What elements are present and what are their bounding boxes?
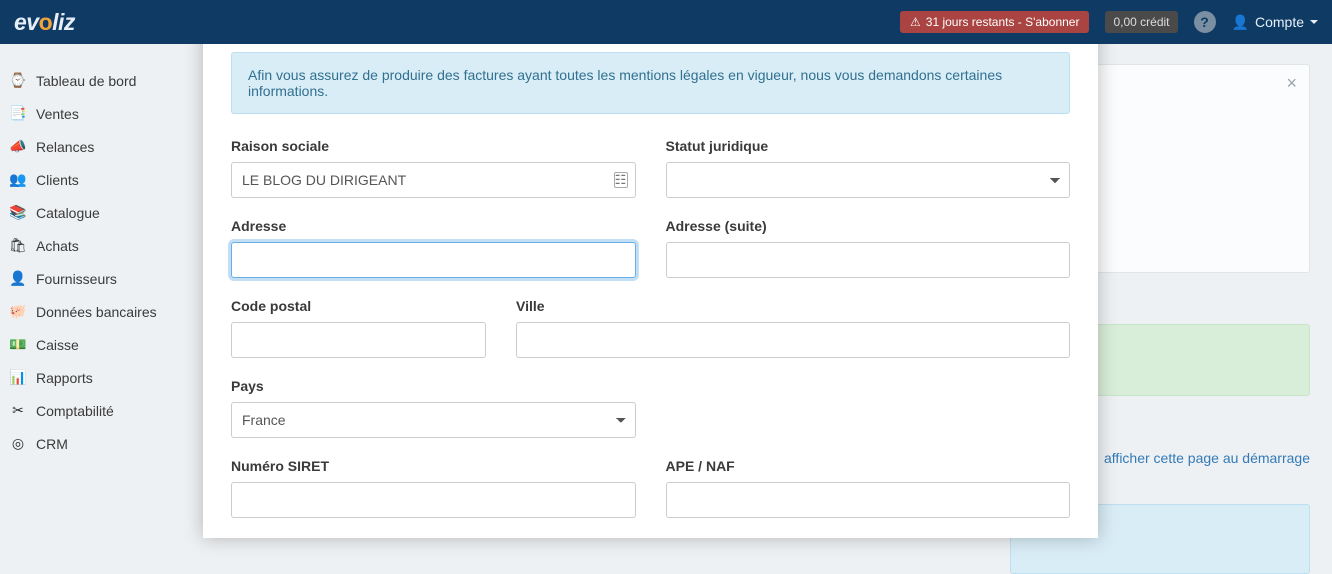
sidebar-item-label: Rapports <box>36 370 93 386</box>
sidebar-item-1[interactable]: 📑 Ventes <box>0 97 200 130</box>
sidebar-item-label: Relances <box>36 139 94 155</box>
account-menu[interactable]: 👤 Compte <box>1232 14 1318 31</box>
pays-label: Pays <box>231 378 636 394</box>
sidebar-item-label: Ventes <box>36 106 79 122</box>
logo-text-accent: o <box>39 9 53 35</box>
sidebar-item-label: Caisse <box>36 337 79 353</box>
sidebar-icon: 📊 <box>10 369 26 386</box>
siret-label: Numéro SIRET <box>231 458 636 474</box>
sidebar-item-label: Catalogue <box>36 205 100 221</box>
adresse-suite-input[interactable] <box>666 242 1071 278</box>
sidebar-icon: ⌚ <box>10 72 26 89</box>
pays-select[interactable]: France <box>231 402 636 438</box>
sidebar-item-8[interactable]: 💵 Caisse <box>0 328 200 361</box>
sidebar-item-5[interactable]: 🛍 Achats <box>0 229 200 262</box>
sidebar-item-label: CRM <box>36 436 68 452</box>
chevron-down-icon <box>1310 20 1318 24</box>
ape-naf-input[interactable] <box>666 482 1071 518</box>
sidebar-item-10[interactable]: ✂ Comptabilité <box>0 394 200 427</box>
sidebar-item-7[interactable]: 🐖 Données bancaires <box>0 295 200 328</box>
siret-input[interactable] <box>231 482 636 518</box>
sidebar-icon: 📣 <box>10 138 26 155</box>
adresse-suite-label: Adresse (suite) <box>666 218 1071 234</box>
help-icon[interactable]: ? <box>1194 11 1216 33</box>
raison-sociale-input[interactable] <box>231 162 636 198</box>
ville-label: Ville <box>516 298 1070 314</box>
code-postal-input[interactable] <box>231 322 486 358</box>
account-label: Compte <box>1255 14 1304 30</box>
ville-input[interactable] <box>516 322 1070 358</box>
raison-sociale-label: Raison sociale <box>231 138 636 154</box>
code-postal-label: Code postal <box>231 298 486 314</box>
subscribe-badge[interactable]: ⚠ 31 jours restants - S'abonner <box>900 11 1089 33</box>
sidebar-item-label: Clients <box>36 172 79 188</box>
sidebar-icon: 👥 <box>10 171 26 188</box>
statut-juridique-label: Statut juridique <box>666 138 1071 154</box>
app-logo[interactable]: evoliz <box>14 9 75 36</box>
sidebar: ⌚ Tableau de bord 📑 Ventes 📣 Relances 👥 Clients… <box>0 44 200 538</box>
sidebar-item-label: Données bancaires <box>36 304 157 320</box>
sidebar-item-11[interactable]: ◎ CRM <box>0 427 200 460</box>
statut-juridique-select[interactable] <box>666 162 1071 198</box>
sidebar-item-label: Fournisseurs <box>36 271 117 287</box>
sidebar-icon: 💵 <box>10 336 26 353</box>
sidebar-item-label: Achats <box>36 238 79 254</box>
sidebar-item-3[interactable]: 👥 Clients <box>0 163 200 196</box>
sidebar-item-label: Tableau de bord <box>36 73 136 89</box>
logo-text-pre: ev <box>14 9 39 35</box>
info-banner: Afin vous assurez de produire des factur… <box>231 52 1070 114</box>
sidebar-item-2[interactable]: 📣 Relances <box>0 130 200 163</box>
ape-naf-label: APE / NAF <box>666 458 1071 474</box>
sidebar-item-label: Comptabilité <box>36 403 114 419</box>
no-show-startup-link[interactable]: afficher cette page au démarrage <box>1104 450 1310 466</box>
sidebar-item-0[interactable]: ⌚ Tableau de bord <box>0 64 200 97</box>
logo-text-post: liz <box>52 9 75 35</box>
sidebar-icon: 📚 <box>10 204 26 221</box>
header-right: ⚠ 31 jours restants - S'abonner 0,00 cré… <box>900 11 1318 33</box>
adresse-input[interactable] <box>231 242 636 278</box>
sidebar-icon: 🐖 <box>10 303 26 320</box>
sidebar-icon: 👤 <box>10 270 26 287</box>
sidebar-icon: ✂ <box>10 402 26 419</box>
warning-icon: ⚠ <box>910 15 921 29</box>
app-header: evoliz ⚠ 31 jours restants - S'abonner 0… <box>0 0 1332 44</box>
sidebar-item-9[interactable]: 📊 Rapports <box>0 361 200 394</box>
sidebar-item-4[interactable]: 📚 Catalogue <box>0 196 200 229</box>
credit-badge[interactable]: 0,00 crédit <box>1105 11 1177 33</box>
company-setup-modal: Afin vous assurez de produire des factur… <box>203 0 1098 538</box>
adresse-label: Adresse <box>231 218 636 234</box>
sidebar-icon: ◎ <box>10 435 26 452</box>
sidebar-item-6[interactable]: 👤 Fournisseurs <box>0 262 200 295</box>
sidebar-icon: 🛍 <box>10 237 26 254</box>
user-icon: 👤 <box>1232 14 1249 31</box>
close-icon[interactable]: × <box>1286 73 1297 94</box>
sidebar-icon: 📑 <box>10 105 26 122</box>
subscribe-text: 31 jours restants - S'abonner <box>926 15 1080 29</box>
